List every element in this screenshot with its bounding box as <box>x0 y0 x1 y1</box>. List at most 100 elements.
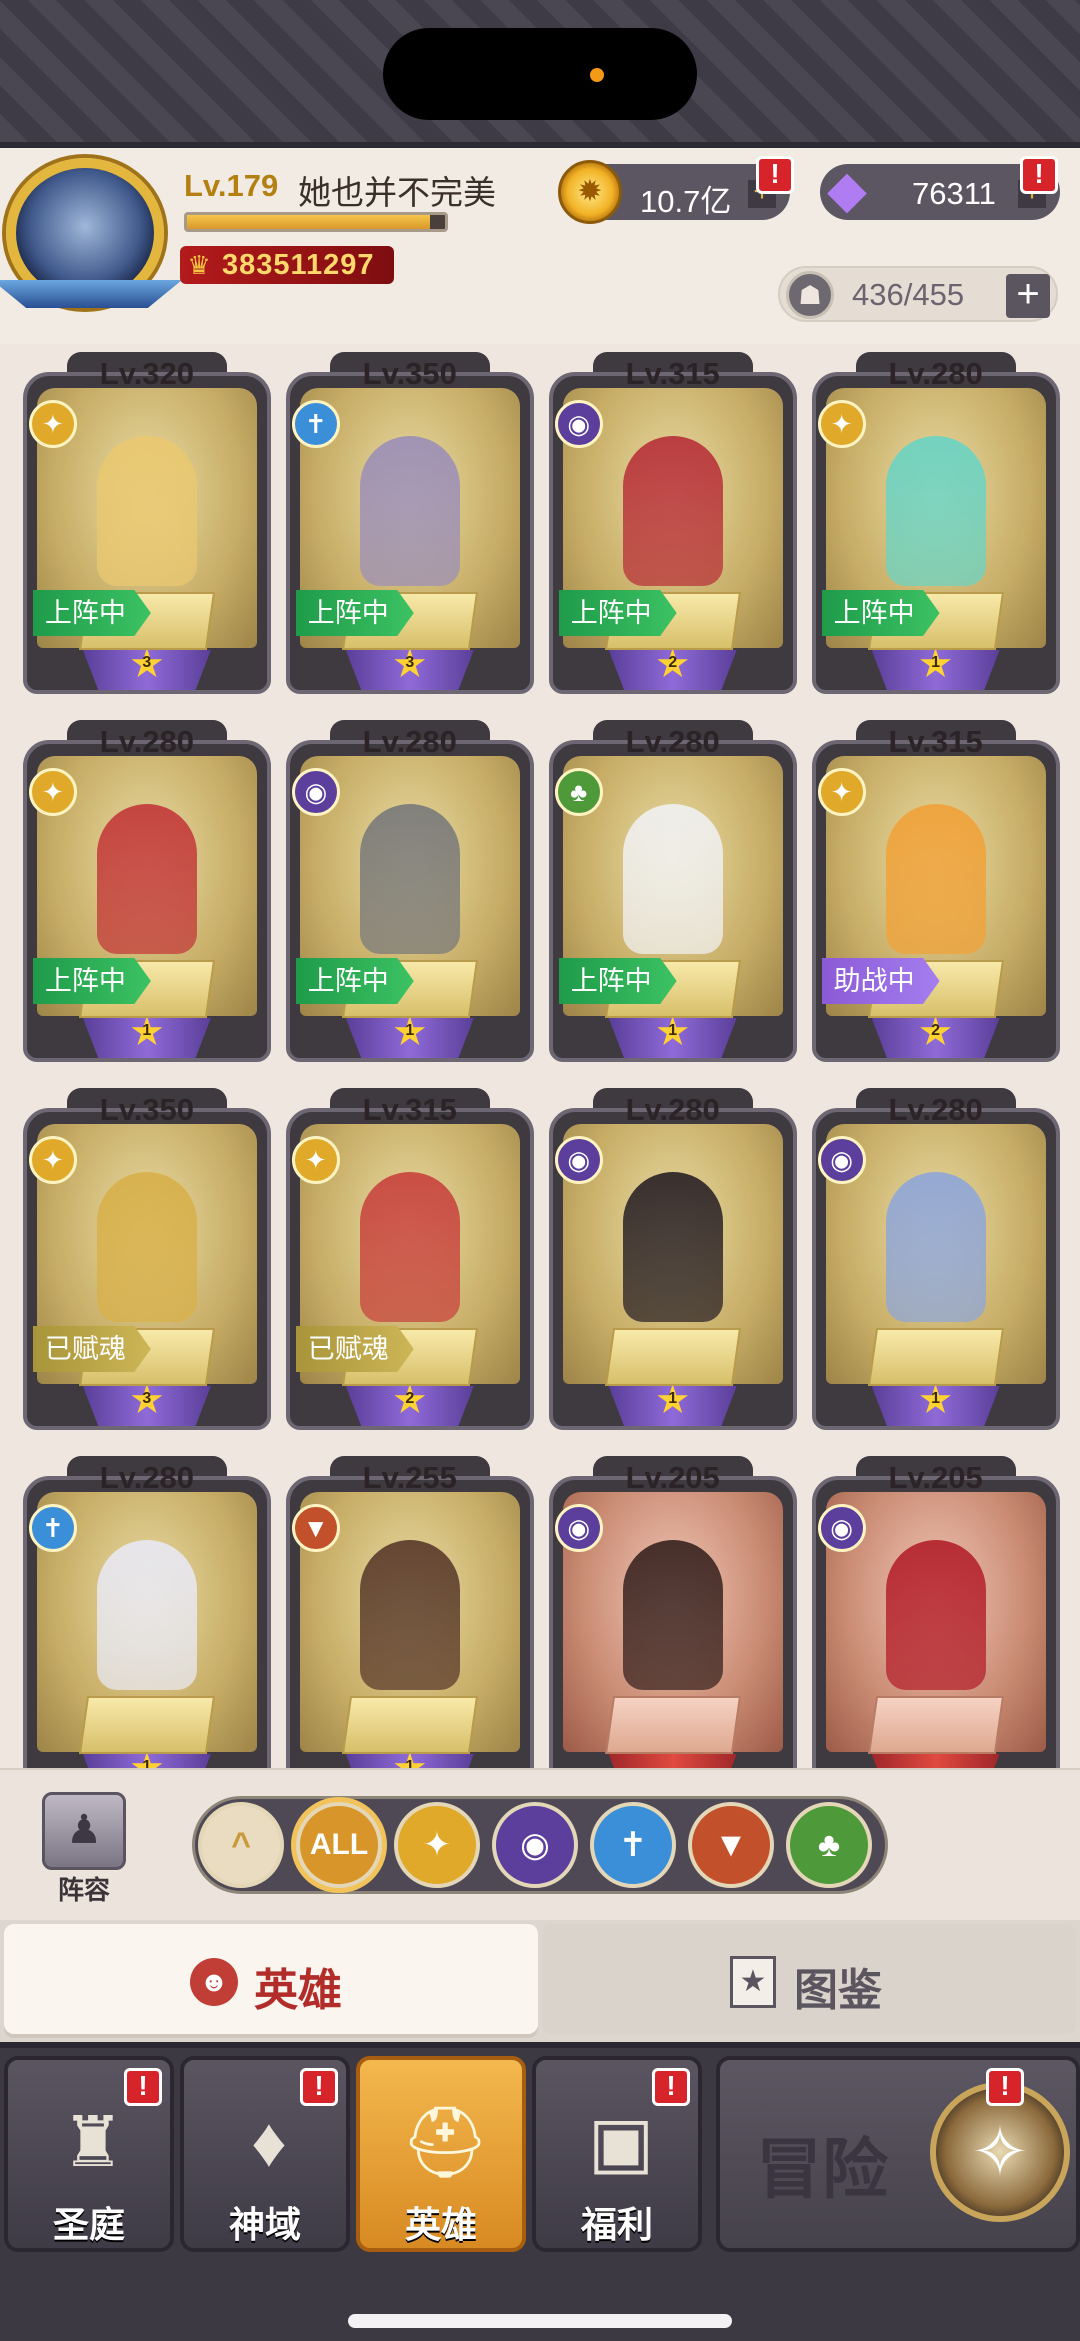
star-count: 3 <box>142 654 152 671</box>
hero-portrait <box>885 1172 986 1322</box>
light-element-icon: ✦ <box>28 1136 77 1184</box>
light-element-icon: ✦ <box>291 1136 340 1184</box>
star-count: 2 <box>931 1022 941 1039</box>
star-rank-bar: ★ 1 <box>871 1386 1000 1426</box>
filter-holy-button[interactable]: ✝ <box>590 1802 676 1888</box>
sanctum-icon: ♜ <box>61 2103 125 2181</box>
hero-card[interactable]: Lv.350 ✝ 上阵中 ★ 3 <box>285 352 534 701</box>
star-count: 1 <box>405 1022 415 1039</box>
hero-level: Lv.205 <box>625 1460 720 1495</box>
adventure-button[interactable]: 冒险 ✧ <box>716 2056 1080 2252</box>
nav-alert-badge: ! <box>300 2068 338 2106</box>
hero-pedestal <box>341 1696 478 1754</box>
gold-coin-icon: ✹ <box>558 160 622 224</box>
hero-portrait <box>359 804 460 954</box>
power-icon: ♛ <box>187 250 211 280</box>
hero-status-badge: 助战中 <box>821 958 940 1004</box>
player-xp-fill <box>187 215 430 229</box>
star-rank-bar: ★ 1 <box>871 650 1000 690</box>
camera-indicator-dot <box>590 68 604 82</box>
hero-portrait <box>96 436 197 586</box>
hero-portrait <box>885 436 986 586</box>
hero-card[interactable]: Lv.280 ✦ 上阵中 ★ 1 <box>22 720 271 1069</box>
hero-card[interactable]: Lv.315 ◉ 上阵中 ★ 2 <box>548 352 797 701</box>
tab-heroes-label: 英雄 <box>254 1966 342 2015</box>
star-count: 1 <box>668 1390 678 1407</box>
nav-alert-badge: ! <box>652 2068 690 2106</box>
nav-item[interactable]: ⛑ 英雄 <box>356 2056 526 2252</box>
gold-alert-badge: ! <box>756 156 794 194</box>
hero-card[interactable]: Lv.280 ◉ 上阵中 ★ 1 <box>285 720 534 1069</box>
star-count: 2 <box>668 654 678 671</box>
hero-card[interactable]: Lv.280 ♣ 上阵中 ★ 1 <box>548 720 797 1069</box>
filter-dark-button[interactable]: ◉ <box>492 1802 578 1888</box>
hero-helmet-icon: ⛑ <box>400 2103 490 2181</box>
hero-card[interactable]: Lv.280 ◉ ★ 1 <box>548 1088 797 1437</box>
hero-level: Lv.315 <box>888 724 983 759</box>
star-rank-bar: ★ 2 <box>345 1386 474 1426</box>
nav-item-label: 福利 <box>580 2204 653 2245</box>
hero-level: Lv.350 <box>362 356 457 391</box>
hero-level: Lv.280 <box>888 356 983 391</box>
hero-grid: Lv.320 ✦ 上阵中 ★ 3 Lv.350 ✝ 上阵中 ★ 3 Lv.315 ◉ 上阵中 ★ 2 Lv.2… <box>0 344 1080 1768</box>
light-element-icon: ✦ <box>28 400 77 448</box>
hero-portrait <box>359 1540 460 1690</box>
hero-level: Lv.205 <box>888 1460 983 1495</box>
beast-element-icon: ▼ <box>291 1504 340 1552</box>
hero-card[interactable]: Lv.255 ▼ ★ 1 <box>285 1456 534 1768</box>
hero-card[interactable]: Lv.280 ✝ ★ 1 <box>22 1456 271 1768</box>
hero-card[interactable]: Lv.280 ✦ 上阵中 ★ 1 <box>811 352 1060 701</box>
collapse-filter-button[interactable]: ^ <box>198 1802 284 1888</box>
nature-element-icon: ♣ <box>554 768 603 816</box>
star-rank-bar: ★ 1 <box>82 1754 211 1768</box>
diamond-icon: ◆ <box>827 161 867 219</box>
star-rank-bar: ★ 3 <box>82 1386 211 1426</box>
hero-card[interactable]: Lv.205 ◉ <box>811 1456 1060 1768</box>
hero-card[interactable]: Lv.315 ✦ 已赋魂 ★ 2 <box>285 1088 534 1437</box>
home-indicator[interactable] <box>348 2314 732 2328</box>
hero-card[interactable]: Lv.280 ◉ ★ 1 <box>811 1088 1060 1437</box>
hero-portrait <box>622 1172 723 1322</box>
hero-portrait <box>96 1172 197 1322</box>
divine-realm-icon: ♦ <box>251 2103 287 2181</box>
star-count: 1 <box>668 1022 678 1039</box>
hero-status-badge: 上阵中 <box>295 958 414 1004</box>
tab-collection[interactable]: ★ 图鉴 <box>542 1924 1076 2034</box>
hero-status-badge: 已赋魂 <box>32 1326 151 1372</box>
light-element-icon: ✦ <box>28 768 77 816</box>
hero-card[interactable]: Lv.320 ✦ 上阵中 ★ 3 <box>22 352 271 701</box>
tab-collection-label: 图鉴 <box>794 1966 882 2015</box>
filter-light-button[interactable]: ✦ <box>394 1802 480 1888</box>
treasure-chest-icon: ▣ <box>587 2103 655 2181</box>
hero-portrait <box>96 1540 197 1690</box>
gem-value: 76311 <box>912 176 996 211</box>
player-level: Lv.179 <box>184 168 279 203</box>
star-count: 1 <box>931 654 941 671</box>
star-rank-bar: ★ 3 <box>82 650 211 690</box>
nav-item-label: 圣庭 <box>52 2204 125 2245</box>
star-rank-bar: ★ 1 <box>608 1018 737 1058</box>
dark-element-icon: ◉ <box>554 400 603 448</box>
hero-level: Lv.280 <box>625 1092 720 1127</box>
star-rank-bar: ★ 1 <box>608 1386 737 1426</box>
star-count: 3 <box>142 1390 152 1407</box>
lineup-button[interactable]: ♟ 阵容 <box>34 1792 134 1905</box>
tab-heroes[interactable]: ☻ 英雄 <box>4 1924 538 2034</box>
hero-level: Lv.280 <box>362 724 457 759</box>
hero-portrait <box>622 436 723 586</box>
hero-card[interactable]: Lv.205 ◉ <box>548 1456 797 1768</box>
filter-all-button[interactable]: ALL <box>296 1802 382 1888</box>
hero-capacity-icon: ☗ <box>786 271 834 319</box>
hero-portrait <box>96 804 197 954</box>
filter-nature-button[interactable]: ♣ <box>786 1802 872 1888</box>
player-avatar[interactable] <box>0 158 182 308</box>
hero-pedestal <box>604 1328 741 1386</box>
hero-card[interactable]: Lv.315 ✦ 助战中 ★ 2 <box>811 720 1060 1069</box>
hero-capacity: ☗ 436/455 + <box>778 266 1058 322</box>
holy-element-icon: ✝ <box>28 1504 77 1552</box>
star-count: 1 <box>405 1758 415 1768</box>
hero-card[interactable]: Lv.350 ✦ 已赋魂 ★ 3 <box>22 1088 271 1437</box>
expand-capacity-button[interactable]: + <box>1006 274 1050 318</box>
filter-beast-button[interactable]: ▼ <box>688 1802 774 1888</box>
hero-status-badge: 上阵中 <box>558 958 677 1004</box>
